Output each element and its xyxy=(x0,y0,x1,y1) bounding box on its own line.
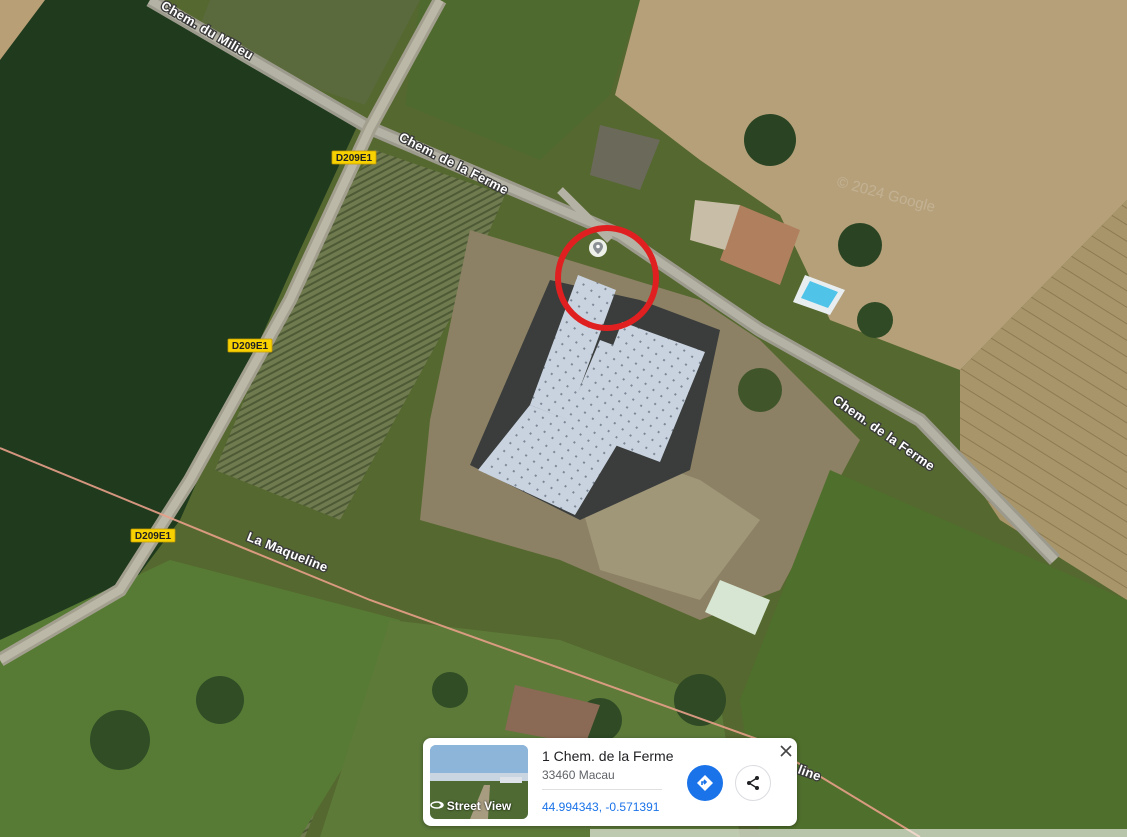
share-icon xyxy=(747,776,759,790)
svg-text:D209E1: D209E1 xyxy=(135,531,172,542)
directions-button[interactable] xyxy=(687,765,723,801)
satellite-map[interactable]: Chem. du Milieu Chem. de la Ferme Chem. … xyxy=(0,0,1127,837)
road-shield: D209E1 xyxy=(227,338,273,353)
svg-text:D209E1: D209E1 xyxy=(336,153,373,164)
map-footer-bar xyxy=(590,829,1127,837)
place-title: 1 Chem. de la Ferme xyxy=(542,748,674,764)
street-view-text: Street View xyxy=(446,799,512,813)
close-button[interactable] xyxy=(777,742,795,760)
location-pin-icon[interactable] xyxy=(589,239,607,257)
place-coordinates[interactable]: 44.994343, -0.571391 xyxy=(542,800,659,814)
divider xyxy=(542,789,662,790)
road-shield: D209E1 xyxy=(130,528,176,543)
place-subtitle: 33460 Macau xyxy=(542,768,615,782)
close-icon xyxy=(780,745,792,757)
place-info-card[interactable]: Street View 1 Chem. de la Ferme 33460 Ma… xyxy=(423,738,797,826)
svg-text:D209E1: D209E1 xyxy=(232,341,269,352)
directions-icon xyxy=(697,775,713,791)
road-shield: D209E1 xyxy=(331,150,377,165)
street-view-icon xyxy=(430,801,444,809)
share-button[interactable] xyxy=(735,765,771,801)
street-view-label[interactable]: Street View xyxy=(430,799,528,813)
street-view-thumbnail[interactable]: Street View xyxy=(430,745,528,819)
